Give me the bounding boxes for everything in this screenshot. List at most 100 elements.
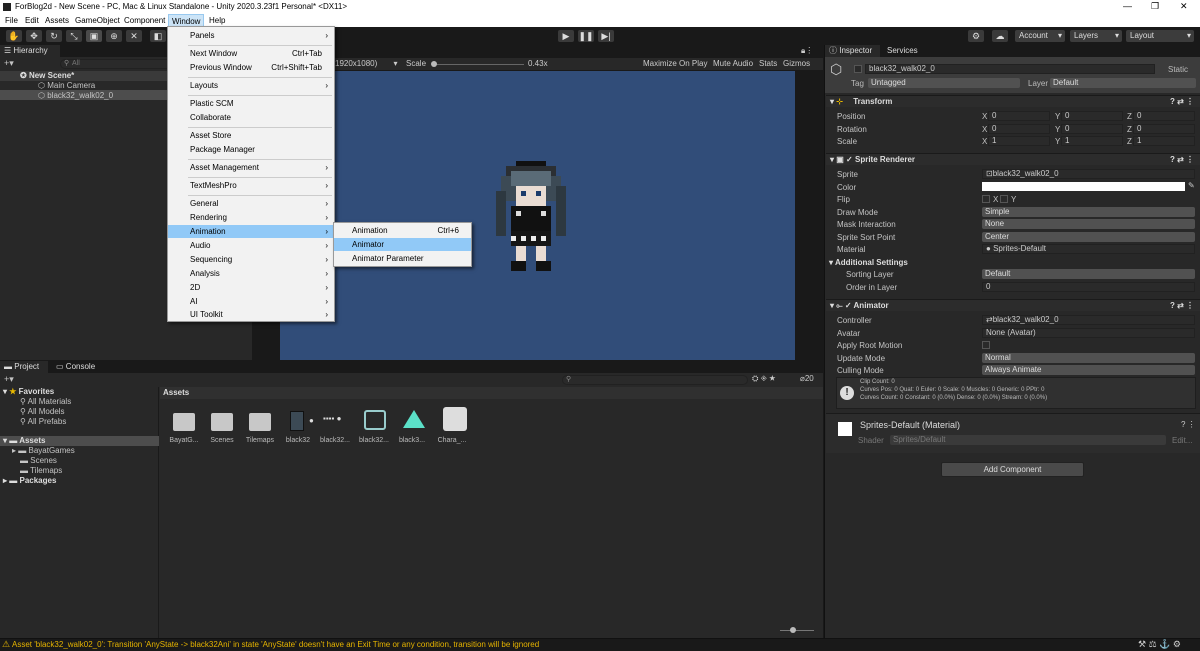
menu-gameobject[interactable]: GameObject <box>75 16 120 25</box>
collab-icon[interactable]: ⚙ <box>968 30 984 42</box>
menu-item-plastic-scm[interactable]: Plastic SCM <box>168 97 334 110</box>
transform-header[interactable]: ▾ ⊹ Transform? ⇄ ⋮ <box>826 95 1200 107</box>
scale-slider[interactable] <box>434 64 524 65</box>
rotation-y[interactable]: 0 <box>1061 124 1123 134</box>
menu-item-package-manager[interactable]: Package Manager <box>168 143 334 156</box>
layers-dropdown[interactable]: Layers ▾ <box>1070 30 1122 42</box>
color-swatch[interactable] <box>982 182 1185 191</box>
menu-item-ui-toolkit[interactable]: UI Toolkit › <box>168 308 334 321</box>
flip-y-checkbox[interactable] <box>1000 195 1008 203</box>
status-message[interactable]: Asset 'black32_walk02_0': Transition 'An… <box>12 640 539 649</box>
scale-slider-handle[interactable] <box>431 61 437 67</box>
packages-root[interactable]: ▸ ▬ Packages <box>3 476 56 485</box>
menu-item-layouts[interactable]: Layouts › <box>168 79 334 92</box>
menu-item-asset-management[interactable]: Asset Management › <box>168 161 334 174</box>
scale-z[interactable]: 1 <box>1133 136 1195 146</box>
menu-item-sequencing[interactable]: Sequencing › <box>168 253 334 266</box>
fav-all-prefabs[interactable]: ⚲ All Prefabs <box>20 417 66 426</box>
root-motion-checkbox[interactable] <box>982 341 990 349</box>
play-button[interactable]: ▶ <box>558 30 574 42</box>
lock-icon[interactable]: 🔒︎⋮ <box>801 46 813 56</box>
menu-item-analysis[interactable]: Analysis › <box>168 267 334 280</box>
menu-item-ai[interactable]: AI › <box>168 295 334 308</box>
component-menu-icon[interactable]: ? ⇄ ⋮ <box>1170 96 1194 108</box>
transform-tool-icon[interactable]: ⊕ <box>106 30 122 42</box>
fav-all-materials[interactable]: ⚲ All Materials <box>20 397 71 406</box>
menu-item-rendering[interactable]: Rendering › <box>168 211 334 224</box>
move-tool-icon[interactable]: ✥ <box>26 30 42 42</box>
rect-tool-icon[interactable]: ▣ <box>86 30 102 42</box>
maximize-button[interactable]: ❐ <box>1151 1 1159 12</box>
mute-audio-toggle[interactable]: Mute Audio <box>713 59 753 68</box>
enabled-checkbox-icon[interactable]: ✓ <box>845 301 852 310</box>
sprite-frames-icon[interactable]: ▪▪▪▪ ● <box>323 414 341 423</box>
status-icons[interactable]: ⚒ ⚖ ⚓ ⚙ <box>1138 639 1181 650</box>
object-name-field[interactable]: black32_walk02_0 <box>865 64 1155 74</box>
shader-dropdown[interactable]: Sprites/Default <box>890 435 1166 445</box>
material-field[interactable]: ● Sprites-Default <box>982 244 1195 254</box>
update-mode-dropdown[interactable]: Normal <box>982 353 1195 363</box>
animator-controller-icon[interactable] <box>364 410 386 430</box>
sorting-layer-dropdown[interactable]: Default <box>982 269 1195 279</box>
tab-hierarchy[interactable]: ☰ Hierarchy <box>0 45 60 57</box>
enabled-checkbox-icon[interactable]: ✓ <box>846 155 853 164</box>
submenu-item-animator-parameter[interactable]: Animator Parameter <box>334 252 471 265</box>
shader-edit-button[interactable]: Edit... <box>1172 436 1192 445</box>
menu-help[interactable]: Help <box>209 16 225 25</box>
menu-item-next-window[interactable]: Next Window Ctrl+Tab <box>168 47 334 60</box>
breadcrumb[interactable]: Assets <box>163 388 189 397</box>
active-checkbox[interactable] <box>854 65 862 73</box>
tab-project[interactable]: ▬ Project <box>0 361 48 373</box>
layer-dropdown[interactable]: Default <box>1050 78 1196 88</box>
mask-interaction-dropdown[interactable]: None <box>982 219 1195 229</box>
pause-button[interactable]: ❚❚ <box>578 30 594 42</box>
filter-icons[interactable]: ⛭ ◈ ★ <box>752 374 776 384</box>
assets-root[interactable]: ▾ ▬ Assets <box>3 436 45 445</box>
hierarchy-item-black32[interactable]: ⬡ black32_walk02_0 <box>38 91 113 100</box>
minimize-button[interactable]: — <box>1123 1 1132 11</box>
avatar-field[interactable]: None (Avatar) <box>982 328 1195 338</box>
component-menu-icon[interactable]: ? ⇄ ⋮ <box>1170 154 1194 166</box>
favorites-header[interactable]: ▾ ★ Favorites <box>3 387 54 396</box>
menu-component[interactable]: Component <box>124 16 165 25</box>
order-in-layer-field[interactable]: 0 <box>982 282 1195 292</box>
expand-arrow-icon[interactable]: ● <box>309 416 314 425</box>
game-canvas[interactable] <box>280 71 795 360</box>
sprite-asset-icon[interactable] <box>290 411 304 431</box>
menu-item-previous-window[interactable]: Previous Window Ctrl+Shift+Tab <box>168 61 334 74</box>
sort-point-dropdown[interactable]: Center <box>982 232 1195 242</box>
rotation-z[interactable]: 0 <box>1133 124 1195 134</box>
menu-item-2d[interactable]: 2D › <box>168 281 334 294</box>
menu-edit[interactable]: Edit <box>25 16 39 25</box>
scene-item[interactable]: ✪ New Scene* <box>20 71 74 80</box>
maximize-on-play-toggle[interactable]: Maximize On Play <box>643 59 707 68</box>
submenu-item-animator[interactable]: Animator <box>334 238 471 251</box>
animator-header[interactable]: ▾ ⟜ ✓ Animator? ⇄ ⋮ <box>826 299 1200 311</box>
menu-item-panels[interactable]: Panels › <box>168 29 334 42</box>
resolution-dropdown[interactable]: 1920x1080) ▾ <box>335 59 398 68</box>
menu-item-animation[interactable]: Animation › <box>168 225 334 238</box>
submenu-item-animation[interactable]: Animation Ctrl+6 <box>334 224 471 237</box>
rotation-x[interactable]: 0 <box>988 124 1050 134</box>
menu-file[interactable]: File <box>5 16 18 25</box>
menu-item-collaborate[interactable]: Collaborate <box>168 111 334 124</box>
account-dropdown[interactable]: Account ▾ <box>1015 30 1065 42</box>
flip-x-checkbox[interactable] <box>982 195 990 203</box>
rotate-tool-icon[interactable]: ↻ <box>46 30 62 42</box>
folder-asset-scenes[interactable] <box>211 413 233 431</box>
character-prefab-icon[interactable] <box>443 407 467 431</box>
project-search-input[interactable]: ⚲ <box>562 375 748 385</box>
sprite-field[interactable]: ⊡black32_walk02_0 <box>982 169 1195 179</box>
custom-tool-icon[interactable]: ✕ <box>126 30 142 42</box>
folder-asset-bayatgames[interactable] <box>173 413 195 431</box>
stats-toggle[interactable]: Stats <box>759 59 777 68</box>
scale-tool-icon[interactable]: ⤡ <box>66 30 82 42</box>
tab-services[interactable]: Services <box>883 45 928 57</box>
scale-x[interactable]: 1 <box>988 136 1050 146</box>
step-button[interactable]: ▶| <box>598 30 614 42</box>
eyedropper-icon[interactable]: ✎ <box>1188 181 1195 190</box>
icon-size-slider-handle[interactable] <box>790 627 796 633</box>
material-menu-icon[interactable]: ? ⋮ <box>1181 420 1196 429</box>
sprite-renderer-header[interactable]: ▾ ▣ ✓ Sprite Renderer? ⇄ ⋮ <box>826 153 1200 165</box>
folder-asset-tilemaps[interactable] <box>249 413 271 431</box>
